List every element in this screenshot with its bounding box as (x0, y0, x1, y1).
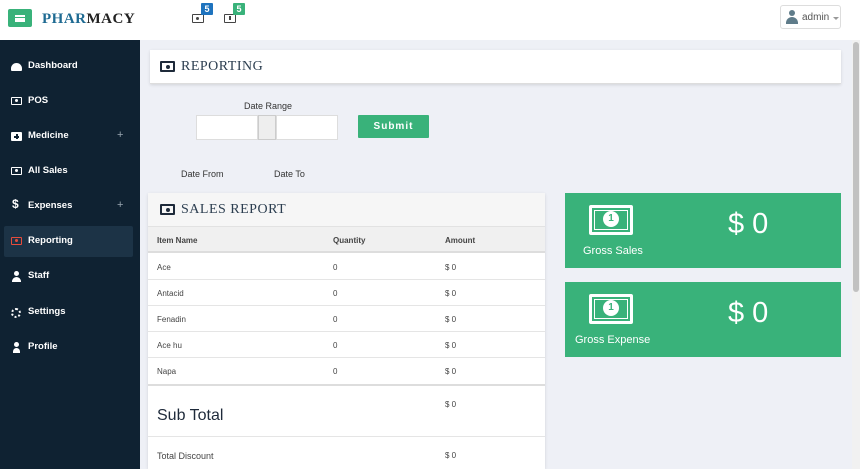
gross-expense-card: 1 Gross Expense $ 0 (565, 282, 841, 357)
top-bar: PHARMACY 5 5 admin (0, 0, 860, 40)
subtotal-row: Sub Total $ 0 (148, 384, 545, 437)
table-row: Antacid 0 $ 0 (148, 280, 545, 306)
sidebar-item-all-sales[interactable]: All Sales (4, 156, 133, 187)
date-range-label: Date Range (244, 101, 293, 111)
sidebar-item-medicine[interactable]: Medicine + (4, 121, 133, 152)
sidebar-item-staff[interactable]: Staff (4, 261, 133, 292)
menu-toggle-button[interactable] (8, 9, 32, 27)
sidebar-item-settings[interactable]: Settings (4, 297, 133, 328)
sidebar: Dashboard POS Medicine + All Sales $ Exp… (0, 40, 140, 469)
hamburger-icon (15, 14, 25, 22)
page-scrollbar[interactable] (852, 40, 860, 469)
medkit-notification-button[interactable]: 5 (222, 3, 245, 28)
money-notification-button[interactable]: 5 (190, 3, 213, 28)
notification-badge: 5 (201, 3, 213, 15)
scrollbar-thumb[interactable] (853, 42, 859, 292)
gross-sales-card: 1 Gross Sales $ 0 (565, 193, 841, 268)
subtotal-value: $ 0 (445, 400, 457, 409)
medkit-icon (11, 132, 22, 141)
notification-badge: 5 (233, 3, 245, 15)
money-bill-icon: 1 (589, 205, 633, 235)
money-icon (192, 14, 204, 23)
medkit-icon (224, 14, 236, 23)
date-to-label: Date To (274, 169, 305, 179)
sales-report-title: SALES REPORT (181, 202, 287, 217)
user-name: admin (802, 12, 830, 23)
table-row: Ace 0 $ 0 (148, 254, 545, 280)
user-doctor-icon (786, 10, 798, 24)
table-header: Item Name Quantity Amount (148, 227, 545, 253)
date-from-label: Date From (181, 169, 224, 179)
total-discount-label: Total Discount (157, 451, 214, 461)
dashboard-icon (11, 63, 22, 71)
submit-button[interactable]: Submit (358, 115, 429, 138)
table-row: Napa 0 $ 0 (157, 367, 457, 376)
money-icon (11, 167, 22, 175)
date-from-input[interactable] (196, 115, 258, 140)
table-row: Ace hu 0 $ 0 (148, 332, 545, 358)
date-range-addon (258, 115, 276, 140)
gross-sales-label: Gross Sales (583, 245, 643, 257)
reporting-header: REPORTING (150, 50, 841, 84)
sidebar-item-dashboard[interactable]: Dashboard (4, 51, 133, 82)
staff-icon (11, 271, 22, 282)
sidebar-item-expenses[interactable]: $ Expenses + (4, 191, 133, 222)
user-icon (11, 342, 22, 353)
gears-icon (11, 308, 21, 318)
column-header-quantity: Quantity (333, 236, 366, 245)
dollar-icon: $ (12, 197, 19, 211)
gross-sales-value: $ 0 (728, 208, 769, 240)
column-header-amount: Amount (445, 236, 476, 245)
sales-report-header: SALES REPORT (148, 193, 545, 227)
money-icon (160, 204, 175, 215)
money-icon (11, 97, 22, 105)
page-title: REPORTING (181, 59, 264, 74)
sidebar-item-pos[interactable]: POS (4, 86, 133, 117)
date-to-input[interactable] (276, 115, 338, 140)
user-menu-button[interactable]: admin (780, 5, 841, 29)
gross-expense-value: $ 0 (728, 297, 769, 329)
column-header-item-name: Item Name (157, 236, 198, 245)
sidebar-item-reporting[interactable]: Reporting (4, 226, 133, 257)
expand-icon: + (117, 129, 124, 141)
money-icon (11, 237, 22, 245)
sidebar-item-profile[interactable]: Profile (4, 332, 133, 363)
money-bill-icon: 1 (589, 294, 633, 324)
subtotal-label: Sub Total (157, 407, 224, 424)
money-icon (160, 61, 175, 72)
expand-icon: + (117, 199, 124, 211)
total-discount-value: $ 0 (445, 451, 457, 460)
sales-report-panel: SALES REPORT Item Name Quantity Amount A… (148, 193, 545, 469)
total-discount-row: Total Discount $ 0 (148, 437, 545, 469)
caret-down-icon (833, 17, 839, 20)
brand-logo[interactable]: PHARMACY (42, 11, 135, 28)
gross-expense-label: Gross Expense (575, 334, 651, 346)
table-row: Fenadin 0 $ 0 (148, 306, 545, 332)
